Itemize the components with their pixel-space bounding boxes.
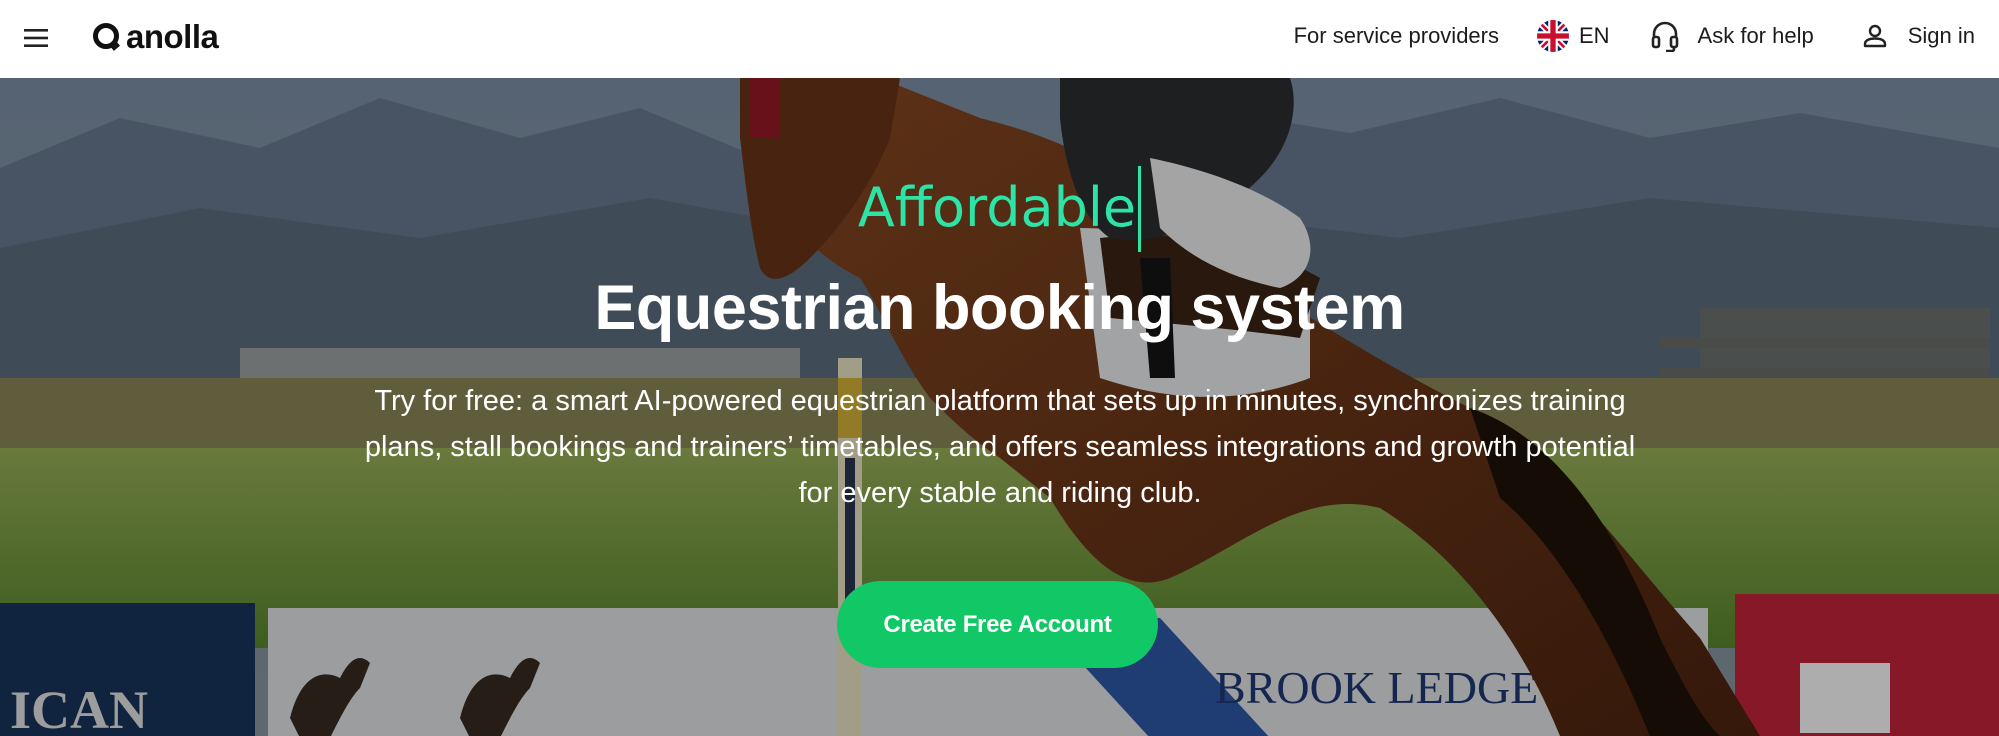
ask-for-help-link[interactable]: Ask for help xyxy=(1650,20,1814,52)
user-icon xyxy=(1863,24,1886,48)
brand-logo[interactable]: anolla xyxy=(92,17,219,57)
uk-flag-icon xyxy=(1536,20,1569,52)
hero-title: Equestrian booking system xyxy=(594,273,1405,343)
menu-button[interactable] xyxy=(20,22,52,54)
language-selector[interactable]: EN xyxy=(1536,20,1610,52)
hero-description: Try for free: a smart AI-powered equestr… xyxy=(364,385,1636,509)
create-free-account-button[interactable]: Create Free Account xyxy=(837,581,1158,668)
hero-content: Affordable Equestrian booking system Try… xyxy=(0,78,1999,736)
headset-icon xyxy=(1651,21,1678,52)
logo-mark-icon xyxy=(93,23,120,51)
for-service-providers-link[interactable]: For service providers xyxy=(1294,23,1499,49)
typing-caret xyxy=(1138,166,1142,252)
brand-name: anolla xyxy=(126,18,219,55)
sign-in-link[interactable]: Sign in xyxy=(1862,23,1975,49)
top-header: anolla For service providers EN Ask for … xyxy=(0,0,1999,78)
language-label: EN xyxy=(1578,23,1610,48)
typed-word: Affordable xyxy=(857,176,1137,239)
ask-for-help-label: Ask for help xyxy=(1697,23,1814,48)
hero-section: ICAN BROOK LEDGE INC. Affordable Equestr… xyxy=(0,78,1999,736)
top-nav: For service providers EN Ask for help Si… xyxy=(1294,0,1975,72)
for-service-providers-label: For service providers xyxy=(1293,23,1499,48)
typed-headline: Affordable xyxy=(0,166,1999,252)
menu-icon xyxy=(24,29,48,47)
sign-in-label: Sign in xyxy=(1907,23,1975,48)
